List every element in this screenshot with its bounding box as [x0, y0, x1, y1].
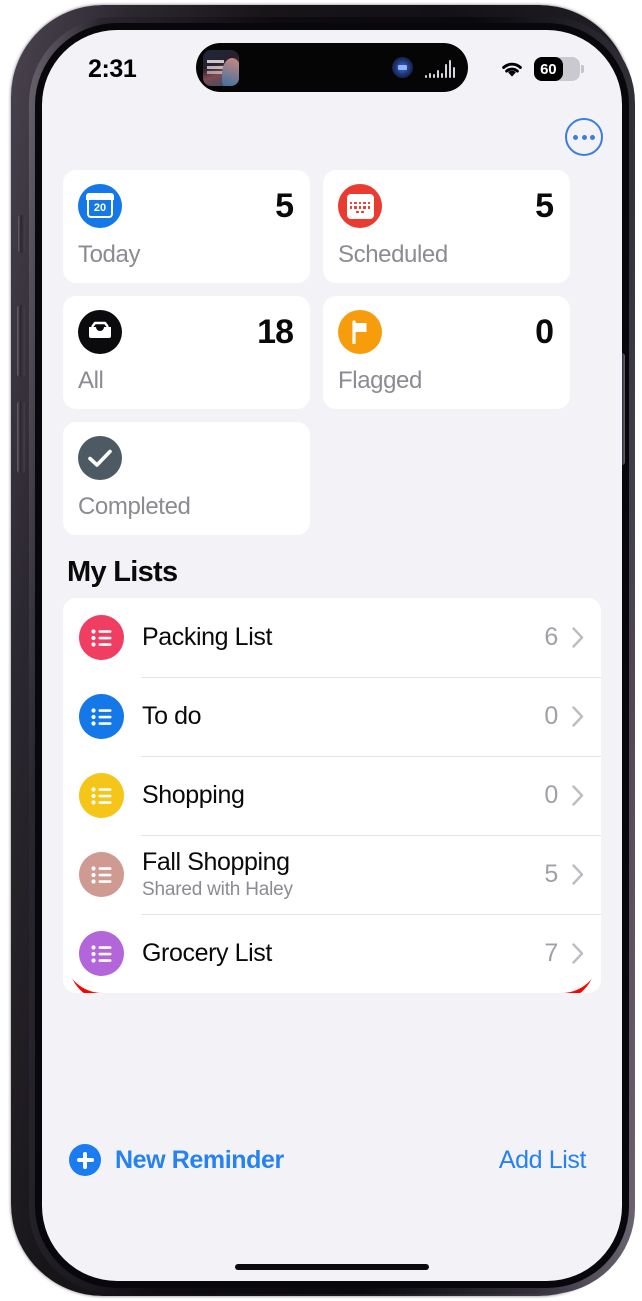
add-list-button[interactable]: Add List — [499, 1146, 587, 1175]
smart-card-label: All — [78, 367, 104, 394]
list-item-count: 0 — [544, 781, 558, 809]
list-item-packing-list[interactable]: Packing List 6 — [63, 598, 601, 677]
list-bullets-icon — [79, 931, 124, 976]
smart-card-all[interactable]: 18 All — [63, 296, 310, 409]
scheduled-calendar-icon — [338, 184, 382, 228]
smart-card-count: 0 — [535, 313, 554, 351]
reminders-main-content: 20 5 Today 5 Scheduled 18 All 0 Flagged … — [42, 104, 622, 1218]
wifi-icon — [499, 59, 525, 79]
list-item-name: Fall Shopping — [142, 847, 290, 876]
smart-card-label: Completed — [78, 493, 191, 520]
smart-card-count: 5 — [535, 187, 554, 225]
phone-frame: 2:31 60 20 5 Today 5 Scheduled 18 All 0 … — [11, 5, 635, 1296]
more-options-icon[interactable] — [565, 118, 603, 156]
smart-lists-grid: 20 5 Today 5 Scheduled 18 All 0 Flagged … — [42, 170, 622, 535]
battery-level-label: 60 — [540, 60, 557, 78]
today-calendar-icon: 20 — [78, 184, 122, 228]
list-item-count: 5 — [544, 860, 558, 888]
audio-waveform-icon — [425, 58, 455, 78]
list-bullets-icon — [79, 852, 124, 897]
my-lists-card: Packing List 6 To do 0 Shopping 0 Fall S… — [63, 598, 601, 993]
smart-card-scheduled[interactable]: 5 Scheduled — [323, 170, 570, 283]
list-item-name: Packing List — [142, 623, 272, 652]
smart-card-count: 18 — [257, 313, 294, 351]
list-item-name: Grocery List — [142, 939, 272, 968]
list-item-to-do[interactable]: To do 0 — [63, 677, 601, 756]
my-lists-section-title: My Lists — [67, 556, 178, 588]
smart-card-count: 5 — [275, 187, 294, 225]
flag-icon — [338, 310, 382, 354]
dynamic-island[interactable] — [196, 43, 468, 92]
album-art-icon — [203, 49, 239, 86]
completed-check-icon — [78, 436, 122, 480]
list-bullets-icon — [79, 615, 124, 660]
list-item-shopping[interactable]: Shopping 0 — [63, 756, 601, 835]
status-bar-indicators: 60 — [499, 57, 584, 81]
navigation-bar — [42, 104, 622, 170]
volume-down-button[interactable] — [17, 401, 25, 473]
home-indicator[interactable] — [235, 1264, 429, 1270]
chevron-right-icon — [572, 785, 584, 806]
list-item-subtitle: Shared with Haley — [142, 879, 293, 901]
new-reminder-label: New Reminder — [115, 1145, 284, 1174]
screenshot-stage: 2:31 60 20 5 Today 5 Scheduled 18 All 0 … — [0, 0, 642, 1301]
chevron-right-icon — [572, 627, 584, 648]
list-item-grocery-list[interactable]: Grocery List 7 — [63, 914, 601, 993]
list-bullets-icon — [79, 694, 124, 739]
chevron-right-icon — [572, 706, 584, 727]
smart-card-label: Today — [78, 241, 141, 268]
smart-card-today[interactable]: 20 5 Today — [63, 170, 310, 283]
list-item-name: To do — [142, 702, 202, 731]
silent-switch-button[interactable] — [18, 215, 25, 253]
list-item-name: Shopping — [142, 781, 245, 810]
bottom-toolbar: New Reminder Add List — [42, 1120, 622, 1218]
smart-card-label: Scheduled — [338, 241, 448, 268]
chevron-right-icon — [572, 943, 584, 964]
chevron-right-icon — [572, 864, 584, 885]
list-item-count: 7 — [544, 939, 558, 967]
smart-card-flagged[interactable]: 0 Flagged — [323, 296, 570, 409]
plus-circle-icon — [69, 1144, 101, 1176]
all-tray-icon — [78, 310, 122, 354]
battery-indicator: 60 — [534, 57, 584, 81]
phone-screen: 2:31 60 20 5 Today 5 Scheduled 18 All 0 … — [42, 30, 622, 1281]
list-item-count: 6 — [544, 623, 558, 651]
status-bar-clock: 2:31 — [88, 54, 137, 83]
volume-up-button[interactable] — [17, 305, 25, 377]
siri-orb-icon — [392, 57, 413, 78]
list-bullets-icon — [79, 773, 124, 818]
list-item-fall-shopping[interactable]: Fall Shopping Shared with Haley 5 — [63, 835, 601, 914]
smart-card-label: Flagged — [338, 367, 422, 394]
list-item-count: 0 — [544, 702, 558, 730]
smart-card-completed[interactable]: Completed — [63, 422, 310, 535]
new-reminder-button[interactable]: New Reminder — [69, 1144, 284, 1176]
